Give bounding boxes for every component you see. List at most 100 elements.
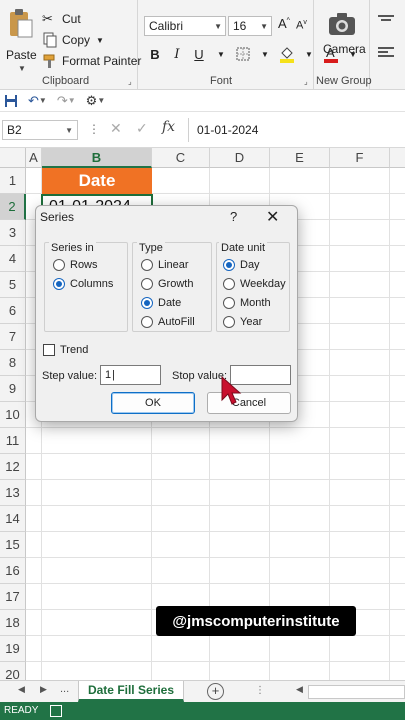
radio-growth-indicator <box>141 278 153 290</box>
radio-linear[interactable]: Linear <box>141 259 189 271</box>
font-name-select[interactable]: Calibri ▼ <box>144 16 226 36</box>
enter-check-icon[interactable]: ✓ <box>136 120 148 137</box>
undo-icon[interactable]: ↶ ▼ <box>28 93 47 109</box>
mouse-pointer-icon <box>221 376 242 405</box>
borders-icon[interactable] <box>232 44 254 64</box>
insert-function-button[interactable]: fx <box>162 119 175 135</box>
radio-year[interactable]: Year <box>223 316 262 328</box>
row-header-6[interactable]: 6 <box>0 298 26 324</box>
row-header-18[interactable]: 18 <box>0 610 26 636</box>
dialog-launcher-icon[interactable]: ⌟ <box>128 77 132 86</box>
paste-button[interactable]: Paste ▼ <box>4 6 38 73</box>
radio-rows[interactable]: Rows <box>53 259 98 271</box>
paste-icon <box>10 9 33 38</box>
chevron-down-icon[interactable]: ▼ <box>210 44 232 64</box>
radio-weekday[interactable]: Weekday <box>223 278 286 290</box>
font-size-select[interactable]: 16 ▼ <box>228 16 272 36</box>
cell-b1-date-header[interactable]: Date <box>42 168 152 194</box>
formula-input[interactable]: 01-01-2024 <box>188 118 405 142</box>
row-header-16[interactable]: 16 <box>0 558 26 584</box>
row-header-1[interactable]: 1 <box>0 168 26 194</box>
underline-button[interactable]: U <box>188 44 210 64</box>
format-painter-button[interactable]: Format Painter <box>42 52 141 70</box>
redo-icon[interactable]: ↷ ▼ <box>57 93 76 109</box>
cancel-entry-icon[interactable]: ✕ <box>110 120 122 137</box>
radio-autofill[interactable]: AutoFill <box>141 316 195 328</box>
row-header-17[interactable]: 17 <box>0 584 26 610</box>
ok-button[interactable]: OK <box>111 392 195 414</box>
add-sheet-button[interactable]: + <box>207 683 224 700</box>
row-header-7[interactable]: 7 <box>0 324 26 350</box>
radio-date-indicator <box>141 297 153 309</box>
tab-date-fill-series[interactable]: Date Fill Series <box>78 681 184 702</box>
row-header-20[interactable]: 20 <box>0 662 26 680</box>
fill-color-icon[interactable] <box>276 44 298 64</box>
row-header-3[interactable]: 3 <box>0 220 26 246</box>
row-header-15[interactable]: 15 <box>0 532 26 558</box>
font-size-value: 16 <box>233 19 247 33</box>
align-top-icon[interactable] <box>377 14 395 26</box>
tab-ellipsis[interactable]: ... <box>60 683 69 695</box>
name-box[interactable]: B2 ▼ <box>2 120 78 140</box>
macro-record-icon[interactable] <box>50 705 62 717</box>
cut-button[interactable]: ✂ Cut <box>42 10 81 28</box>
tab-split-handle[interactable]: ⋮ <box>255 685 265 696</box>
trend-checkbox[interactable]: Trend <box>43 344 88 356</box>
radio-columns[interactable]: Columns <box>53 278 113 290</box>
scroll-left-icon[interactable]: ◀ <box>296 684 303 695</box>
gear-icon[interactable]: ⚙ ▼ <box>86 93 106 109</box>
row-header-10[interactable]: 10 <box>0 402 26 428</box>
radio-linear-indicator <box>141 259 153 271</box>
series-in-group: Series in Rows Columns <box>44 242 128 332</box>
row-header-13[interactable]: 13 <box>0 480 26 506</box>
column-header-b[interactable]: B <box>42 148 152 168</box>
tab-prev-icon[interactable]: ◀ <box>18 684 25 695</box>
row-header-4[interactable]: 4 <box>0 246 26 272</box>
column-header-c[interactable]: C <box>152 148 210 168</box>
paintbrush-icon <box>43 54 55 68</box>
gridline-row <box>26 505 405 506</box>
column-header-e[interactable]: E <box>270 148 330 168</box>
select-all-corner[interactable] <box>0 148 26 168</box>
save-icon[interactable] <box>4 94 18 108</box>
close-icon[interactable]: ✕ <box>266 207 279 227</box>
shrink-font-button[interactable]: Av <box>296 19 307 32</box>
row-header-19[interactable]: 19 <box>0 636 26 662</box>
step-value-input[interactable]: 1| <box>100 365 161 385</box>
radio-day-indicator <box>223 259 235 271</box>
chevron-down-icon[interactable]: ▼ <box>18 64 26 73</box>
help-icon[interactable]: ? <box>230 209 237 224</box>
column-header-a[interactable]: A <box>26 148 42 168</box>
row-header-9[interactable]: 9 <box>0 376 26 402</box>
watermark-label: @jmscomputerinstitute <box>156 606 356 636</box>
row-header-8[interactable]: 8 <box>0 350 26 376</box>
radio-day[interactable]: Day <box>223 259 260 271</box>
column-header-g[interactable] <box>390 148 405 168</box>
row-header-11[interactable]: 11 <box>0 428 26 454</box>
chevron-down-icon[interactable]: ▼ <box>254 44 276 64</box>
fill-color-swatch <box>280 59 294 63</box>
dialog-launcher-icon[interactable]: ⌟ <box>304 77 308 86</box>
bold-button[interactable]: B <box>144 44 166 64</box>
align-left-icon[interactable] <box>377 46 395 60</box>
radio-date[interactable]: Date <box>141 297 181 309</box>
radio-month-label: Month <box>240 297 271 309</box>
row-header-2[interactable]: 2 <box>0 194 26 220</box>
chevron-down-icon: ▼ <box>65 126 73 135</box>
italic-button[interactable]: I <box>166 44 188 64</box>
copy-button[interactable]: Copy ▼ <box>42 31 104 49</box>
column-header-d[interactable]: D <box>210 148 270 168</box>
type-group: Type Linear Growth Date AutoFill <box>132 242 212 332</box>
more-icon[interactable]: ⋮ <box>88 122 100 136</box>
chevron-down-icon[interactable]: ▼ <box>96 36 104 45</box>
clipboard-group-label: Clipboard <box>42 75 90 87</box>
radio-month[interactable]: Month <box>223 297 271 309</box>
column-header-f[interactable]: F <box>330 148 390 168</box>
row-header-12[interactable]: 12 <box>0 454 26 480</box>
tab-next-icon[interactable]: ▶ <box>40 684 47 695</box>
row-header-5[interactable]: 5 <box>0 272 26 298</box>
horizontal-scrollbar[interactable] <box>308 685 405 699</box>
row-header-14[interactable]: 14 <box>0 506 26 532</box>
radio-growth[interactable]: Growth <box>141 278 193 290</box>
grow-font-button[interactable]: A^ <box>278 16 290 31</box>
